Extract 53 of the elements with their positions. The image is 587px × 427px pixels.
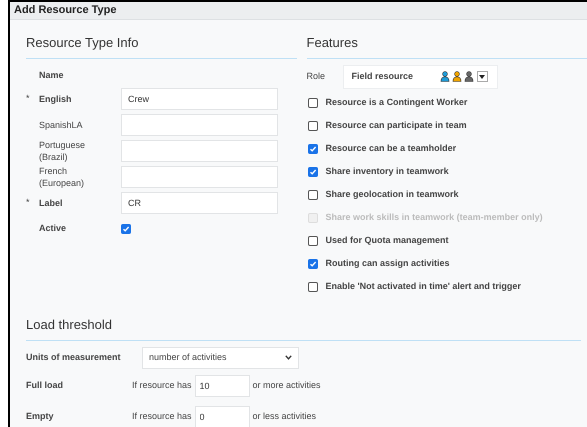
checkbox[interactable] bbox=[308, 236, 318, 246]
option-label: Enable 'Not activated in time' alert and trigger bbox=[326, 280, 521, 294]
field-label: French (European) bbox=[39, 164, 86, 188]
field-prefix: If resource has bbox=[132, 379, 192, 392]
field-label: SpanishLA bbox=[39, 118, 84, 130]
section-heading: Resource Type Info bbox=[26, 34, 138, 50]
person-icon bbox=[452, 71, 462, 82]
option-label: Resource is a Contingent Worker bbox=[326, 96, 468, 110]
window-title: Add Resource Type bbox=[14, 3, 116, 18]
required-mark: * bbox=[26, 92, 31, 105]
checkbox[interactable] bbox=[308, 190, 318, 200]
option-label: Share work skills in teamwork (team-member only) bbox=[326, 211, 543, 224]
role-dropdown[interactable]: Field resource bbox=[342, 64, 498, 88]
field-label: Role bbox=[306, 70, 326, 83]
field-suffix: or less activities bbox=[252, 410, 316, 424]
person-icon bbox=[440, 71, 450, 82]
option-label: Routing can assign activities bbox=[326, 257, 450, 270]
option-label: Resource can participate in team bbox=[326, 119, 467, 132]
field-label: Full load bbox=[26, 379, 64, 392]
field-label: Portuguese (Brazil) bbox=[39, 138, 86, 162]
field-suffix: or more activities bbox=[252, 379, 321, 392]
field-label: Label bbox=[39, 196, 64, 208]
field-label: Active bbox=[39, 222, 68, 235]
input-field[interactable]: CR bbox=[121, 192, 278, 214]
option-label: Resource can be a teamholder bbox=[326, 142, 456, 156]
field-label: Name bbox=[39, 68, 64, 82]
section-heading: Features bbox=[306, 34, 358, 50]
units-dropdown[interactable]: number of activities bbox=[142, 346, 299, 368]
field-prefix: If resource has bbox=[132, 410, 192, 424]
field-label: Empty bbox=[26, 410, 55, 424]
checkbox[interactable] bbox=[308, 167, 318, 177]
person-icon bbox=[464, 71, 474, 82]
input-field[interactable] bbox=[121, 140, 278, 162]
caret-icon bbox=[476, 71, 488, 82]
number-field[interactable]: 0 bbox=[194, 406, 250, 427]
chevron-down-icon bbox=[285, 355, 292, 360]
checkbox[interactable] bbox=[308, 121, 318, 131]
option-label: Used for Quota management bbox=[326, 234, 449, 248]
input-field[interactable] bbox=[121, 166, 278, 188]
checkbox[interactable] bbox=[308, 98, 318, 108]
field-label: English bbox=[39, 92, 73, 104]
input-field[interactable] bbox=[121, 114, 278, 136]
option-label: Share geolocation in teamwork bbox=[326, 188, 459, 202]
field-label: Units of measurement bbox=[26, 350, 122, 364]
checkbox[interactable] bbox=[308, 282, 318, 292]
section-heading: Load threshold bbox=[26, 316, 112, 332]
checkbox[interactable] bbox=[308, 259, 318, 269]
option-label: Share inventory in teamwork bbox=[326, 165, 449, 178]
checkbox[interactable] bbox=[308, 144, 318, 154]
required-mark: * bbox=[26, 196, 31, 209]
input-field[interactable]: Crew bbox=[121, 88, 278, 110]
number-field[interactable]: 10 bbox=[194, 375, 250, 397]
checkbox[interactable] bbox=[121, 224, 131, 234]
